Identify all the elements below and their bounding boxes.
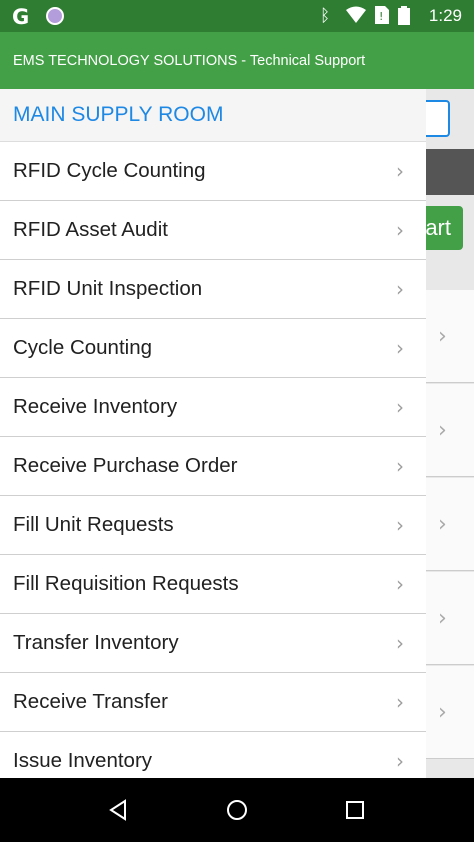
menu-item-label: RFID Unit Inspection	[13, 277, 203, 300]
chevron-right-icon: ›	[396, 631, 404, 655]
status-time: 1:29	[428, 6, 462, 25]
home-button[interactable]	[219, 794, 255, 826]
chevron-right-icon: ›	[396, 513, 404, 537]
menu-item-label: Transfer Inventory	[13, 631, 179, 654]
home-circle-icon	[227, 800, 247, 820]
navigation-drawer: EMS TECHNOLOGY SOLUTIONS - Technical Sup…	[0, 32, 426, 778]
menu-item-label: RFID Asset Audit	[13, 218, 168, 241]
recents-square-icon	[346, 801, 364, 819]
chevron-right-icon: ›	[396, 454, 404, 478]
menu-item-label: Cycle Counting	[13, 336, 153, 359]
chevron-right-icon: ›	[396, 395, 404, 419]
menu-item-label: RFID Cycle Counting	[13, 159, 206, 182]
menu-item-rfid-cycle-counting[interactable]: RFID Cycle Counting ›	[0, 142, 426, 201]
chevron-right-icon: ›	[396, 749, 404, 773]
background-list-row[interactable]: ›	[426, 572, 474, 665]
background-list-row[interactable]: ›	[426, 384, 474, 477]
no-sim-icon: !	[375, 6, 389, 29]
drawer-title: EMS TECHNOLOGY SOLUTIONS - Technical Sup…	[13, 52, 366, 69]
menu-item-label: Receive Purchase Order	[13, 454, 238, 477]
chevron-right-icon: ›	[396, 690, 404, 714]
svg-text:!: !	[379, 10, 383, 23]
chevron-right-icon: ›	[396, 336, 404, 360]
menu-item-label: Receive Transfer	[13, 690, 168, 713]
menu-item-fill-requisition-requests[interactable]: Fill Requisition Requests ›	[0, 555, 426, 614]
background-list-row[interactable]: ›	[426, 290, 474, 383]
background-list-row[interactable]: ›	[426, 666, 474, 759]
menu-item-transfer-inventory[interactable]: Transfer Inventory ›	[0, 614, 426, 673]
chevron-right-icon: ›	[438, 418, 447, 443]
wifi-icon	[345, 6, 367, 29]
chevron-right-icon: ›	[438, 512, 447, 537]
menu-item-rfid-asset-audit[interactable]: RFID Asset Audit ›	[0, 201, 426, 260]
menu-item-label: Issue Inventory	[13, 749, 153, 772]
menu-item-rfid-unit-inspection[interactable]: RFID Unit Inspection ›	[0, 260, 426, 319]
notification-dot-icon	[46, 7, 64, 25]
menu-item-fill-unit-requests[interactable]: Fill Unit Requests ›	[0, 496, 426, 555]
chevron-right-icon: ›	[438, 606, 447, 631]
back-button[interactable]	[100, 794, 136, 826]
location-label: MAIN SUPPLY ROOM	[13, 103, 224, 126]
drawer-header: EMS TECHNOLOGY SOLUTIONS - Technical Sup…	[0, 32, 426, 89]
bluetooth-icon: ᛒ	[320, 6, 331, 26]
menu-item-cycle-counting[interactable]: Cycle Counting ›	[0, 319, 426, 378]
menu-item-label: Receive Inventory	[13, 395, 178, 418]
status-bar: G ᛒ ! 1:29	[0, 0, 474, 32]
back-triangle-icon	[109, 799, 126, 821]
chevron-right-icon: ›	[438, 700, 447, 725]
menu-item-label: Fill Requisition Requests	[13, 572, 239, 595]
recents-button[interactable]	[337, 794, 373, 826]
chevron-right-icon: ›	[396, 159, 404, 183]
background-list-row[interactable]: ›	[426, 478, 474, 571]
chevron-right-icon: ›	[438, 324, 447, 349]
drawer-location[interactable]: MAIN SUPPLY ROOM	[0, 89, 426, 142]
chevron-right-icon: ›	[396, 218, 404, 242]
battery-icon	[398, 6, 410, 30]
google-g-icon: G	[12, 5, 30, 29]
chevron-right-icon: ›	[396, 572, 404, 596]
menu-item-receive-purchase-order[interactable]: Receive Purchase Order ›	[0, 437, 426, 496]
menu-item-receive-inventory[interactable]: Receive Inventory ›	[0, 378, 426, 437]
chevron-right-icon: ›	[396, 277, 404, 301]
menu-item-issue-inventory[interactable]: Issue Inventory ›	[0, 732, 426, 778]
menu-item-label: Fill Unit Requests	[13, 513, 174, 536]
system-nav-bar	[0, 778, 474, 842]
menu-item-receive-transfer[interactable]: Receive Transfer ›	[0, 673, 426, 732]
